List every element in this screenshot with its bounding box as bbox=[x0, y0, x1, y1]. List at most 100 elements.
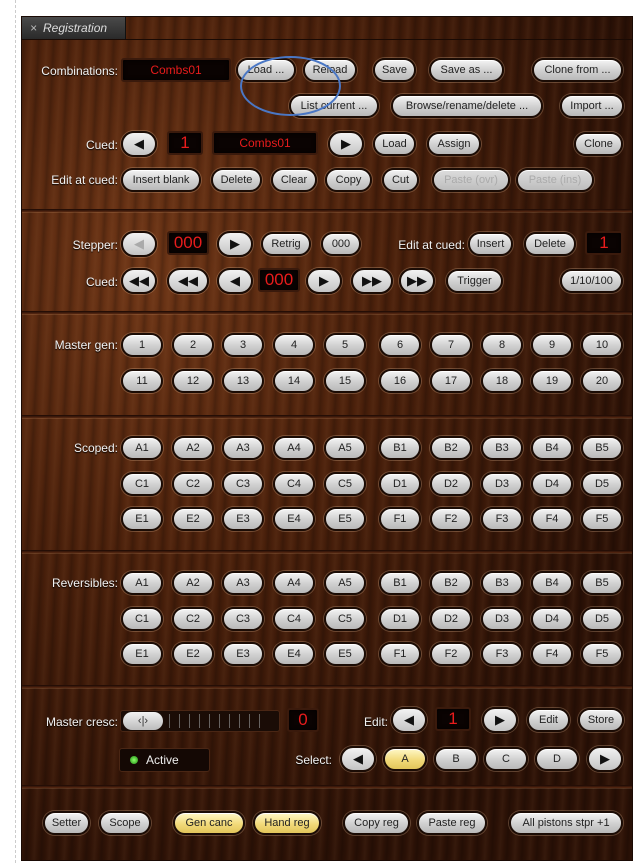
master-gen-piston-6[interactable]: 6 bbox=[379, 333, 421, 357]
reversible-piston-a5[interactable]: A5 bbox=[324, 571, 366, 595]
reversible-piston-c5[interactable]: C5 bbox=[324, 607, 366, 631]
master-gen-piston-14[interactable]: 14 bbox=[273, 369, 315, 393]
scoped-piston-f3[interactable]: F3 bbox=[481, 507, 523, 531]
master-gen-piston-8[interactable]: 8 bbox=[481, 333, 523, 357]
browse-rename-delete-button[interactable]: Browse/rename/delete ... bbox=[391, 94, 543, 118]
insert-button[interactable]: Insert bbox=[468, 232, 513, 256]
reversible-piston-c3[interactable]: C3 bbox=[222, 607, 264, 631]
copy-reg-button[interactable]: Copy reg bbox=[343, 811, 410, 835]
clone-button[interactable]: Clone bbox=[574, 132, 623, 156]
reversible-piston-f2[interactable]: F2 bbox=[430, 642, 472, 666]
scoped-piston-c5[interactable]: C5 bbox=[324, 472, 366, 496]
scoped-piston-c4[interactable]: C4 bbox=[273, 472, 315, 496]
scoped-piston-e5[interactable]: E5 bbox=[324, 507, 366, 531]
cued-load-button[interactable]: Load bbox=[373, 132, 416, 156]
master-gen-piston-18[interactable]: 18 bbox=[481, 369, 523, 393]
select-option-c[interactable]: C bbox=[484, 747, 528, 771]
reversible-piston-e4[interactable]: E4 bbox=[273, 642, 315, 666]
master-gen-piston-1[interactable]: 1 bbox=[121, 333, 163, 357]
scoped-piston-f1[interactable]: F1 bbox=[379, 507, 421, 531]
cresc-edit-prev-button[interactable]: ◀ bbox=[391, 707, 427, 733]
paste-reg-button[interactable]: Paste reg bbox=[417, 811, 487, 835]
last-button[interactable]: ▶▶ bbox=[399, 268, 435, 294]
reversible-piston-d2[interactable]: D2 bbox=[430, 607, 472, 631]
scoped-piston-d4[interactable]: D4 bbox=[531, 472, 573, 496]
master-gen-piston-9[interactable]: 9 bbox=[531, 333, 573, 357]
reversible-piston-a2[interactable]: A2 bbox=[172, 571, 214, 595]
scoped-piston-d2[interactable]: D2 bbox=[430, 472, 472, 496]
scoped-piston-e4[interactable]: E4 bbox=[273, 507, 315, 531]
assign-button[interactable]: Assign bbox=[427, 132, 481, 156]
save-as-button[interactable]: Save as ... bbox=[429, 58, 504, 82]
master-gen-piston-10[interactable]: 10 bbox=[581, 333, 623, 357]
reversible-piston-b3[interactable]: B3 bbox=[481, 571, 523, 595]
select-prev-button[interactable]: ◀ bbox=[340, 746, 376, 772]
select-option-b[interactable]: B bbox=[434, 747, 478, 771]
master-gen-piston-5[interactable]: 5 bbox=[324, 333, 366, 357]
reversible-piston-b1[interactable]: B1 bbox=[379, 571, 421, 595]
reversible-piston-d5[interactable]: D5 bbox=[581, 607, 623, 631]
all-pistons-stpr-button[interactable]: All pistons stpr +1 bbox=[509, 811, 623, 835]
step-size-button[interactable]: 1/10/100 bbox=[560, 269, 623, 293]
master-gen-piston-20[interactable]: 20 bbox=[581, 369, 623, 393]
trigger-button[interactable]: Trigger bbox=[446, 269, 503, 293]
reversible-piston-e1[interactable]: E1 bbox=[121, 642, 163, 666]
reversible-piston-f4[interactable]: F4 bbox=[531, 642, 573, 666]
reload-button[interactable]: Reload bbox=[303, 58, 357, 82]
back-one-button[interactable]: ◀ bbox=[217, 268, 253, 294]
setter-button[interactable]: Setter bbox=[43, 811, 90, 835]
cued-next-button[interactable]: ▶ bbox=[328, 131, 364, 157]
reversible-piston-d3[interactable]: D3 bbox=[481, 607, 523, 631]
scoped-piston-b1[interactable]: B1 bbox=[379, 436, 421, 460]
stepper-delete-button[interactable]: Delete bbox=[524, 232, 576, 256]
master-gen-piston-19[interactable]: 19 bbox=[531, 369, 573, 393]
reversible-piston-b4[interactable]: B4 bbox=[531, 571, 573, 595]
clone-from-button[interactable]: Clone from ... bbox=[532, 58, 623, 82]
master-gen-piston-4[interactable]: 4 bbox=[273, 333, 315, 357]
delete-button[interactable]: Delete bbox=[211, 168, 262, 192]
list-current-button[interactable]: List current ... bbox=[289, 94, 379, 118]
registration-tab[interactable]: × Registration bbox=[22, 17, 126, 39]
reversible-piston-b5[interactable]: B5 bbox=[581, 571, 623, 595]
scoped-piston-c2[interactable]: C2 bbox=[172, 472, 214, 496]
close-icon[interactable]: × bbox=[30, 21, 37, 35]
reversible-piston-c4[interactable]: C4 bbox=[273, 607, 315, 631]
active-indicator[interactable]: Active bbox=[119, 748, 210, 772]
select-option-a[interactable]: A bbox=[383, 747, 427, 771]
scoped-piston-c1[interactable]: C1 bbox=[121, 472, 163, 496]
retrig-button[interactable]: Retrig bbox=[261, 232, 311, 256]
save-button[interactable]: Save bbox=[373, 58, 416, 82]
back-ten-button[interactable]: ◀◀ bbox=[167, 268, 209, 294]
slider-knob[interactable]: ‹|› bbox=[123, 712, 163, 730]
master-gen-piston-12[interactable]: 12 bbox=[172, 369, 214, 393]
master-gen-piston-13[interactable]: 13 bbox=[222, 369, 264, 393]
stepper-prev-button[interactable]: ◀ bbox=[121, 231, 157, 257]
scoped-piston-e1[interactable]: E1 bbox=[121, 507, 163, 531]
hand-reg-button[interactable]: Hand reg bbox=[253, 811, 321, 835]
first-button[interactable]: ◀◀ bbox=[121, 268, 157, 294]
cresc-edit-next-button[interactable]: ▶ bbox=[482, 707, 518, 733]
cued-prev-button[interactable]: ◀ bbox=[121, 131, 157, 157]
scoped-piston-a5[interactable]: A5 bbox=[324, 436, 366, 460]
reversible-piston-a4[interactable]: A4 bbox=[273, 571, 315, 595]
select-next-button[interactable]: ▶ bbox=[587, 746, 623, 772]
scoped-piston-b3[interactable]: B3 bbox=[481, 436, 523, 460]
reversible-piston-b2[interactable]: B2 bbox=[430, 571, 472, 595]
paste-ins-button[interactable]: Paste (ins) bbox=[516, 168, 594, 192]
reversible-piston-e2[interactable]: E2 bbox=[172, 642, 214, 666]
clear-button[interactable]: Clear bbox=[271, 168, 317, 192]
cut-button[interactable]: Cut bbox=[382, 168, 419, 192]
master-gen-piston-16[interactable]: 16 bbox=[379, 369, 421, 393]
scoped-piston-c3[interactable]: C3 bbox=[222, 472, 264, 496]
scoped-piston-d1[interactable]: D1 bbox=[379, 472, 421, 496]
copy-button[interactable]: Copy bbox=[325, 168, 372, 192]
reversible-piston-d1[interactable]: D1 bbox=[379, 607, 421, 631]
scoped-piston-b4[interactable]: B4 bbox=[531, 436, 573, 460]
select-option-d[interactable]: D bbox=[535, 747, 579, 771]
master-gen-piston-3[interactable]: 3 bbox=[222, 333, 264, 357]
import-button[interactable]: Import ... bbox=[560, 94, 624, 118]
reversible-piston-c2[interactable]: C2 bbox=[172, 607, 214, 631]
scoped-piston-a2[interactable]: A2 bbox=[172, 436, 214, 460]
scoped-piston-e3[interactable]: E3 bbox=[222, 507, 264, 531]
stepper-next-button[interactable]: ▶ bbox=[217, 231, 253, 257]
